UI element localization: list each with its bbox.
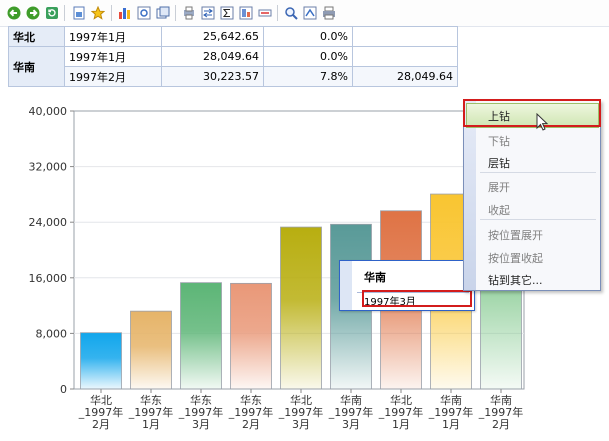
x-tick-label: 华东 bbox=[240, 393, 262, 407]
x-tick-label: _1997年 bbox=[328, 405, 374, 419]
x-tick-label: 3月 bbox=[342, 418, 360, 431]
table-cell-region: 华南 bbox=[8, 46, 65, 87]
x-tick-label: 华南 bbox=[440, 393, 462, 407]
table-row: 华北 1997年1月 25,642.65 0.0% bbox=[8, 26, 458, 47]
export-icon[interactable] bbox=[70, 4, 88, 22]
print-icon[interactable] bbox=[320, 4, 338, 22]
x-tick-label: 1月 bbox=[442, 418, 460, 431]
table-cell-date: 1997年2月 bbox=[64, 66, 162, 87]
table-cell-previous: 28,049.64 bbox=[352, 66, 458, 87]
x-tick-label: 2月 bbox=[492, 418, 510, 431]
mouse-cursor-icon bbox=[536, 113, 549, 131]
sum-icon[interactable] bbox=[218, 4, 236, 22]
bar bbox=[280, 226, 322, 390]
chart-icon[interactable] bbox=[116, 4, 134, 22]
x-tick-label: _1997年 bbox=[378, 405, 424, 419]
table-cell-percent: 0.0% bbox=[263, 46, 353, 67]
table-row: 1997年2月 30,223.57 7.8% 28,049.64 bbox=[9, 66, 458, 87]
table-cell-value: 25,642.65 bbox=[161, 26, 264, 47]
y-tick-label: 0 bbox=[60, 383, 67, 396]
x-tick-label: 3月 bbox=[192, 418, 210, 431]
refresh-icon[interactable] bbox=[43, 4, 61, 22]
forward-icon[interactable] bbox=[24, 4, 42, 22]
menu-item-drill-to-other[interactable]: 钻到其它... bbox=[488, 272, 543, 288]
x-tick-label: _1997年 bbox=[478, 405, 524, 419]
x-tick-label: 3月 bbox=[292, 418, 310, 431]
table-cell-value: 30,223.57 bbox=[161, 66, 264, 87]
table-cell-previous bbox=[352, 46, 458, 67]
x-tick-label: 华东 bbox=[140, 393, 162, 407]
menu-item-expand[interactable]: 展开 bbox=[488, 179, 510, 195]
bar bbox=[80, 332, 122, 390]
x-tick-label: 华北 bbox=[90, 393, 112, 407]
menu-item-collapse[interactable]: 收起 bbox=[488, 202, 510, 218]
table-cell-value: 28,049.64 bbox=[161, 46, 264, 67]
filter-icon[interactable] bbox=[256, 4, 274, 22]
drill-tooltip: 华南 1997年3月 bbox=[339, 260, 475, 311]
table-cell-date: 1997年1月 bbox=[64, 46, 162, 67]
favorite-icon[interactable] bbox=[89, 4, 107, 22]
table-cell-percent: 0.0% bbox=[263, 26, 353, 47]
x-tick-label: _1997年 bbox=[128, 405, 174, 419]
x-tick-label: 华北 bbox=[390, 393, 412, 407]
x-tick-label: _1997年 bbox=[278, 405, 324, 419]
tooltip-highlight-box bbox=[362, 290, 472, 307]
x-tick-label: 1月 bbox=[142, 418, 160, 431]
x-tick-label: _1997年 bbox=[178, 405, 224, 419]
context-menu: 上钻 下钻 层钻 展开 收起 按位置展开 按位置收起 钻到其它... bbox=[463, 100, 601, 291]
table-row: 华南 1997年1月 28,049.64 0.0% bbox=[8, 46, 458, 87]
x-tick-label: 华北 bbox=[290, 393, 312, 407]
zoom-chart-icon[interactable] bbox=[135, 4, 153, 22]
menu-item-expand-by-position[interactable]: 按位置展开 bbox=[488, 227, 543, 243]
export-excel-icon[interactable] bbox=[301, 4, 319, 22]
bar bbox=[230, 282, 272, 390]
print-preview-icon[interactable] bbox=[180, 4, 198, 22]
y-tick-label: 32,000 bbox=[29, 161, 68, 174]
y-tick-label: 8,000 bbox=[36, 327, 68, 340]
menu-item-collapse-by-position[interactable]: 按位置收起 bbox=[488, 250, 543, 266]
y-tick-label: 16,000 bbox=[29, 272, 68, 285]
x-tick-label: _1997年 bbox=[228, 405, 274, 419]
toolbar bbox=[0, 0, 609, 27]
menu-item-level-drill[interactable]: 层钻 bbox=[488, 155, 510, 171]
x-tick-label: _1997年 bbox=[78, 405, 124, 419]
menu-highlight-box bbox=[463, 99, 601, 127]
table-cell-region: 华北 bbox=[8, 26, 65, 47]
swap-icon[interactable] bbox=[199, 4, 217, 22]
y-tick-label: 24,000 bbox=[29, 216, 68, 229]
search-icon[interactable] bbox=[282, 4, 300, 22]
table-cell-date: 1997年1月 bbox=[64, 26, 162, 47]
bar bbox=[180, 282, 222, 390]
x-tick-label: 华东 bbox=[190, 393, 212, 407]
x-tick-label: 华南 bbox=[340, 393, 362, 407]
data-table: 华北 1997年1月 25,642.65 0.0% 华南 1997年1月 28,… bbox=[8, 26, 458, 87]
tooltip-title: 华南 bbox=[364, 271, 386, 284]
x-tick-label: 2月 bbox=[242, 418, 260, 431]
x-tick-label: 华南 bbox=[490, 393, 512, 407]
window-icon[interactable] bbox=[154, 4, 172, 22]
x-tick-label: 1月 bbox=[392, 418, 410, 431]
y-tick-label: 40,000 bbox=[29, 105, 68, 118]
back-icon[interactable] bbox=[5, 4, 23, 22]
table-cell-previous bbox=[352, 26, 458, 47]
x-tick-label: 2月 bbox=[92, 418, 110, 431]
bar bbox=[130, 310, 172, 390]
pivot-icon[interactable] bbox=[237, 4, 255, 22]
menu-item-drill-down[interactable]: 下钻 bbox=[488, 133, 510, 149]
table-cell-percent: 7.8% bbox=[263, 66, 353, 87]
x-tick-label: _1997年 bbox=[428, 405, 474, 419]
